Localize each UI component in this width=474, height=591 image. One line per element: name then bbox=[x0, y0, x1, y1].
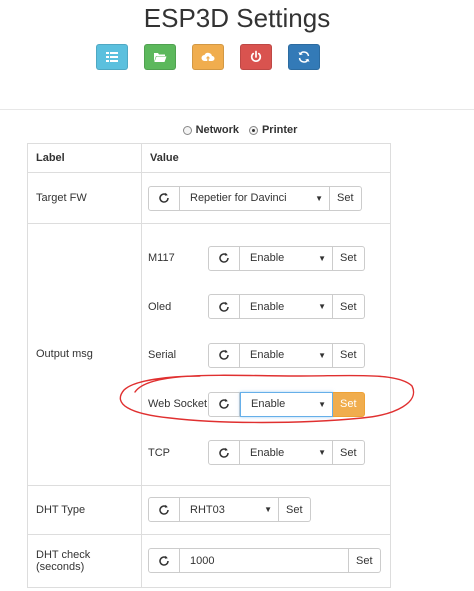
printer-radio[interactable] bbox=[248, 125, 258, 135]
table-header-row: Label Value bbox=[27, 143, 391, 173]
output-msg-item-label: Serial bbox=[148, 349, 177, 362]
printer-radio-label[interactable]: Printer bbox=[262, 124, 297, 136]
output-msg-item-label: TCP bbox=[148, 446, 170, 459]
settings-table: Label Value Target FW Repetier for Davin… bbox=[27, 143, 391, 588]
output-msg-item-label: M117 bbox=[148, 252, 175, 265]
oled-set-button[interactable]: Set bbox=[333, 294, 365, 320]
caret-down-icon: ▼ bbox=[318, 448, 326, 458]
caret-down-icon: ▼ bbox=[315, 193, 323, 203]
refresh-icon bbox=[219, 447, 229, 458]
dht-type-select[interactable]: RHT03 ▼ bbox=[180, 497, 279, 523]
mode-selector: Network Printer bbox=[0, 124, 474, 136]
output-msg-item-web-socket: Web Socket Enable ▼ Set bbox=[148, 380, 390, 429]
target-fw-label: Target FW bbox=[27, 172, 142, 224]
list-icon bbox=[106, 52, 118, 62]
oled-select[interactable]: Enable ▼ bbox=[240, 294, 333, 320]
value-column-header: Value bbox=[141, 143, 391, 173]
tcp-select[interactable]: Enable ▼ bbox=[240, 440, 333, 466]
oled-select-value: Enable bbox=[250, 300, 285, 313]
toolbar bbox=[96, 44, 320, 70]
refresh-button[interactable] bbox=[288, 44, 320, 70]
refresh-icon bbox=[159, 555, 169, 566]
refresh-icon bbox=[159, 504, 169, 515]
oled-refresh-button[interactable] bbox=[208, 294, 240, 320]
network-radio-label[interactable]: Network bbox=[196, 124, 239, 136]
serial-select-value: Enable bbox=[250, 349, 285, 362]
refresh-icon bbox=[219, 253, 229, 264]
output-msg-item-label: Oled bbox=[148, 300, 172, 313]
dht-check-refresh-button[interactable] bbox=[148, 548, 180, 574]
dht-check-input[interactable]: 1000 bbox=[180, 548, 349, 574]
refresh-icon bbox=[298, 51, 310, 63]
page-title: ESP3D Settings bbox=[143, 3, 331, 33]
upload-button[interactable] bbox=[192, 44, 224, 70]
caret-down-icon: ▼ bbox=[318, 399, 326, 409]
refresh-icon bbox=[219, 350, 229, 361]
refresh-icon bbox=[219, 398, 229, 409]
network-radio[interactable] bbox=[182, 125, 192, 135]
folder-open-icon bbox=[154, 53, 167, 62]
caret-down-icon: ▼ bbox=[264, 505, 272, 515]
dht-type-refresh-button[interactable] bbox=[148, 497, 180, 523]
web-socket-select-value: Enable bbox=[251, 398, 286, 411]
table-row-target-fw: Target FW Repetier for Davinci ▼ Set bbox=[27, 172, 391, 224]
caret-down-icon: ▼ bbox=[318, 253, 326, 263]
target-fw-refresh-button[interactable] bbox=[148, 185, 180, 211]
web-socket-select[interactable]: Enable ▼ bbox=[240, 391, 333, 417]
divider bbox=[0, 109, 474, 110]
dht-check-control: 1000 Set bbox=[148, 548, 390, 574]
target-fw-select[interactable]: Repetier for Davinci ▼ bbox=[180, 185, 330, 211]
label-column-header: Label bbox=[27, 143, 142, 173]
tcp-set-button[interactable]: Set bbox=[333, 440, 365, 466]
serial-select[interactable]: Enable ▼ bbox=[240, 342, 333, 368]
tcp-select-value: Enable bbox=[250, 446, 285, 459]
output-msg-item-m117: M117 Enable ▼ Set bbox=[148, 234, 390, 283]
table-row-dht-check: DHT check (seconds) 1000 Set bbox=[27, 533, 391, 588]
cloud-upload-icon bbox=[201, 52, 215, 61]
dht-check-set-button[interactable]: Set bbox=[349, 548, 381, 574]
m117-refresh-button[interactable] bbox=[208, 245, 240, 271]
folder-button[interactable] bbox=[144, 44, 176, 70]
table-row-dht-type: DHT Type RHT03 ▼ Set bbox=[27, 484, 391, 535]
output-msg-item-oled: Oled Enable ▼ Set bbox=[148, 283, 390, 332]
dht-check-label: DHT check (seconds) bbox=[27, 533, 142, 588]
serial-refresh-button[interactable] bbox=[208, 342, 240, 368]
output-msg-list: M117 Enable ▼ Set Oled Enable ▼ Set Seri… bbox=[148, 224, 390, 485]
web-socket-refresh-button[interactable] bbox=[208, 391, 240, 417]
dht-type-set-button[interactable]: Set bbox=[279, 497, 311, 523]
output-msg-item-serial: Serial Enable ▼ Set bbox=[148, 331, 390, 380]
target-fw-control: Repetier for Davinci ▼ Set bbox=[148, 185, 390, 211]
tcp-refresh-button[interactable] bbox=[208, 440, 240, 466]
output-msg-label: Output msg bbox=[27, 223, 142, 486]
dht-type-label: DHT Type bbox=[27, 484, 142, 535]
caret-down-icon: ▼ bbox=[318, 350, 326, 360]
refresh-icon bbox=[159, 192, 169, 203]
m117-set-button[interactable]: Set bbox=[333, 245, 365, 271]
m117-select[interactable]: Enable ▼ bbox=[240, 245, 333, 271]
serial-set-button[interactable]: Set bbox=[333, 342, 365, 368]
caret-down-icon: ▼ bbox=[318, 302, 326, 312]
power-button[interactable] bbox=[240, 44, 272, 70]
output-msg-item-label: Web Socket bbox=[148, 398, 208, 411]
web-socket-set-button[interactable]: Set bbox=[333, 391, 365, 417]
dht-type-control: RHT03 ▼ Set bbox=[148, 497, 390, 523]
list-button[interactable] bbox=[96, 44, 128, 70]
dht-type-select-value: RHT03 bbox=[190, 503, 225, 516]
power-icon bbox=[250, 50, 262, 62]
m117-select-value: Enable bbox=[250, 252, 285, 265]
refresh-icon bbox=[219, 301, 229, 312]
output-msg-item-tcp: TCP Enable ▼ Set bbox=[148, 428, 390, 477]
target-fw-set-button[interactable]: Set bbox=[330, 185, 362, 211]
table-row-output-msg: Output msg M117 Enable ▼ Set Oled Enable… bbox=[27, 223, 391, 486]
target-fw-select-value: Repetier for Davinci bbox=[190, 192, 287, 204]
